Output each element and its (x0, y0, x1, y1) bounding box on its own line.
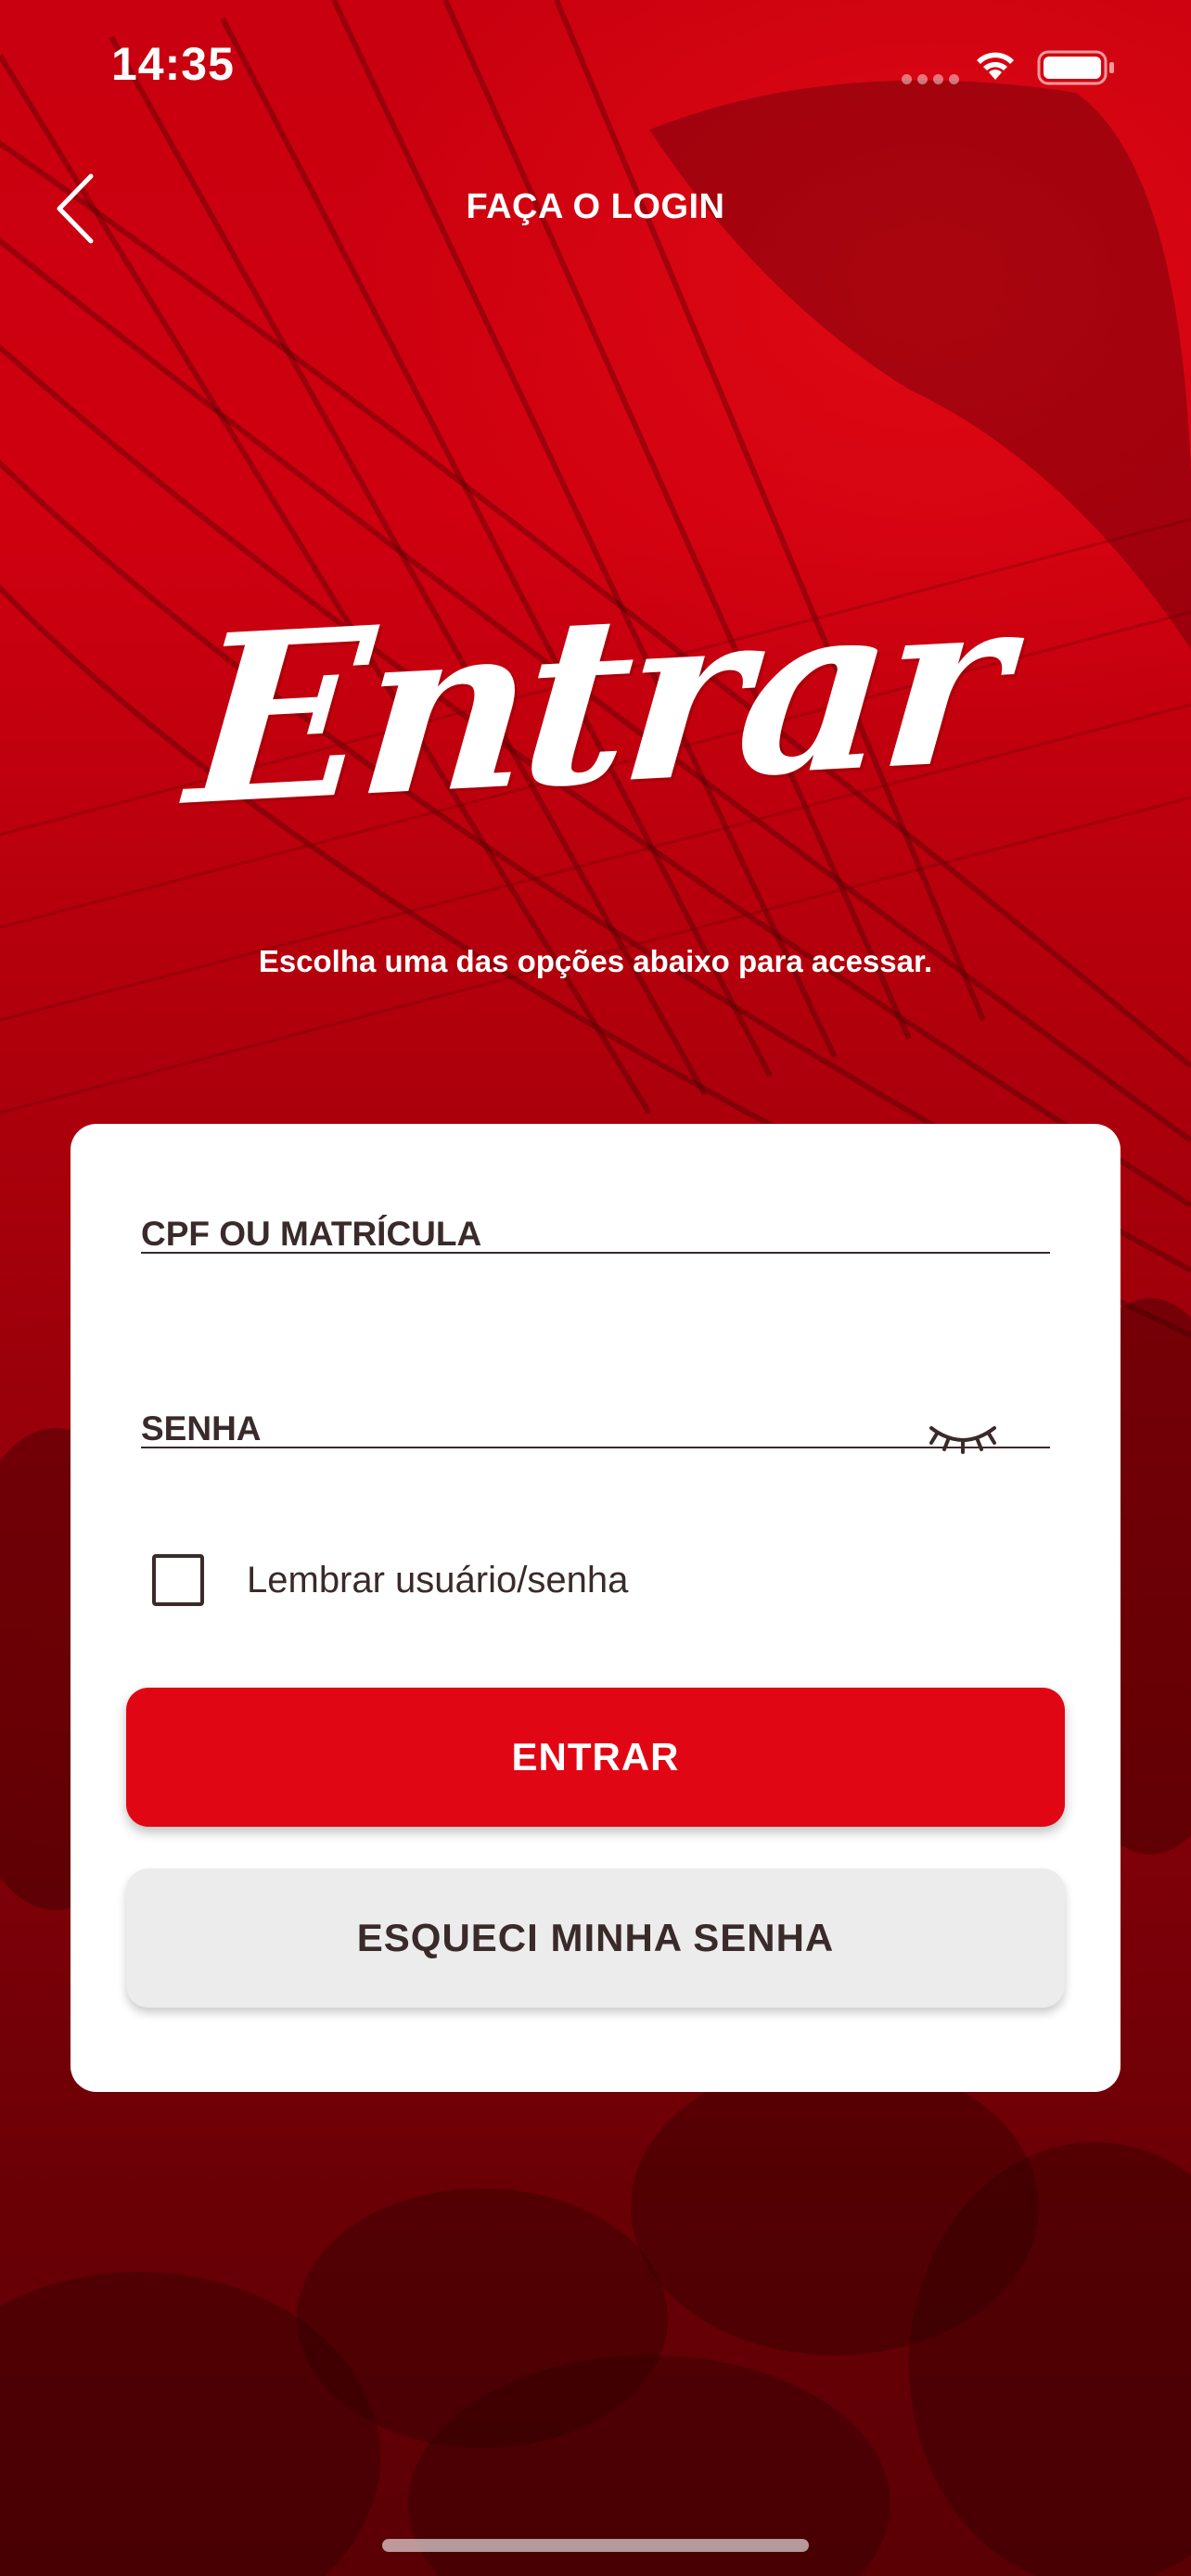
password-field-underline (141, 1447, 1050, 1448)
forgot-password-button[interactable]: ESQUECI MINHA SENHA (126, 1868, 1065, 2008)
cpf-field[interactable]: CPF OU MATRÍCULA (141, 1124, 1050, 1254)
remember-me[interactable]: Lembrar usuário/senha (152, 1554, 628, 1606)
remember-label: Lembrar usuário/senha (247, 1559, 629, 1600)
cpf-field-underline (141, 1252, 1050, 1254)
battery-icon (1037, 50, 1114, 85)
status-bar: 14:35 (0, 0, 1191, 139)
password-field[interactable]: SENHA (141, 1319, 1050, 1454)
password-input[interactable] (141, 1319, 1050, 1448)
home-indicator (382, 2539, 809, 2552)
eye-closed-icon[interactable] (928, 1419, 998, 1456)
remember-checkbox[interactable] (152, 1554, 204, 1606)
navigation-bar: FAÇA O LOGIN (0, 139, 1191, 278)
page-title: FAÇA O LOGIN (466, 187, 725, 226)
cpf-input[interactable] (141, 1124, 1050, 1254)
wifi-icon (977, 52, 1014, 80)
status-time: 14:35 (111, 38, 235, 90)
login-button[interactable]: ENTRAR (126, 1688, 1065, 1827)
cellular-signal-icon (902, 74, 959, 84)
hero-subtitle: Escolha uma das opções abaixo para acess… (258, 944, 933, 978)
